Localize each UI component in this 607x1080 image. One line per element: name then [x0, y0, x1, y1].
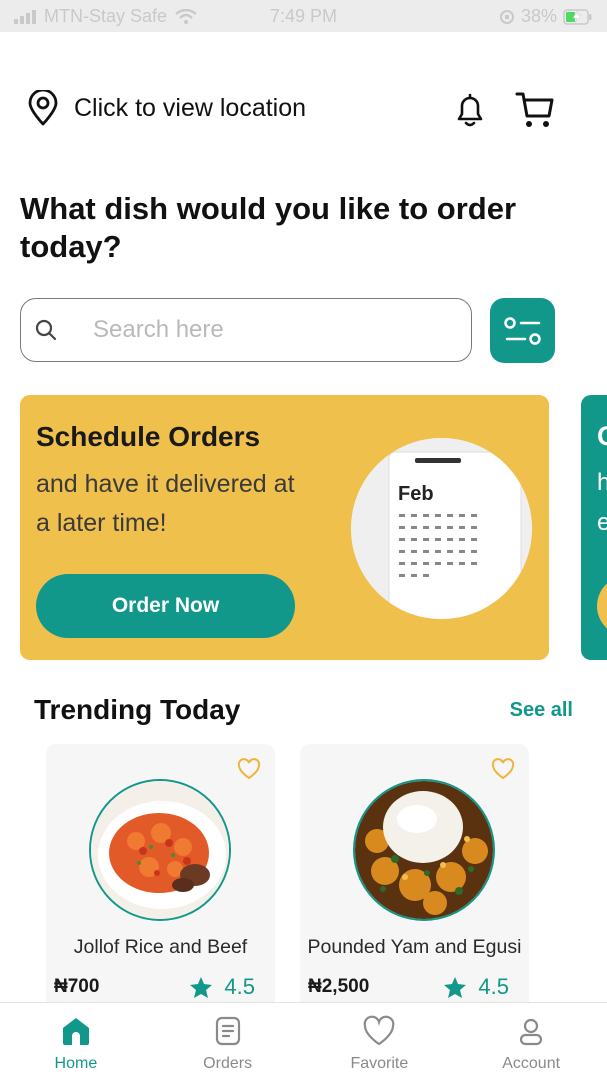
rating-value: 4.5: [224, 974, 255, 999]
calendar-image: Feb: [351, 438, 532, 619]
nav-item-account[interactable]: Account: [455, 1003, 607, 1080]
search-input[interactable]: [93, 316, 433, 344]
nav-item-orders[interactable]: Orders: [152, 1003, 304, 1080]
location-pin-icon: [28, 90, 58, 126]
page-headline: What dish would you like to order today?: [20, 191, 517, 264]
heart-icon[interactable]: [491, 758, 515, 780]
battery-percent: 38%: [520, 6, 557, 26]
food-price: ₦700: [54, 976, 100, 997]
next-promo-banner[interactable]: C h e: [581, 395, 607, 660]
promo-banner[interactable]: Schedule Orders and have it delivered at…: [20, 395, 549, 660]
battery-charging-icon: [563, 8, 592, 25]
next-promo-letter: h: [597, 469, 607, 496]
filter-icon: [503, 316, 541, 345]
filter-button[interactable]: [490, 298, 555, 363]
promo-subtitle: and have it delivered at a later time!: [36, 470, 295, 537]
location-button[interactable]: Click to view location: [26, 90, 306, 126]
home-icon: [62, 1018, 89, 1045]
orientation-lock-icon: [499, 9, 514, 24]
status-bar: MTN-Stay Safe 7:49 PM 38%: [0, 0, 607, 32]
nav-label: Account: [502, 1055, 561, 1072]
nav-label: Orders: [203, 1055, 253, 1072]
promo-title: Schedule Orders: [36, 421, 261, 452]
food-card[interactable]: Pounded Yam and Egusi ₦2,500 4.5: [300, 744, 529, 1014]
search-icon: [35, 319, 57, 341]
search-box[interactable]: [20, 298, 472, 362]
calendar-month-label: Feb: [398, 483, 434, 505]
star-icon: [444, 976, 467, 998]
food-rating: 4.5: [444, 974, 509, 1000]
next-promo-button: [597, 576, 607, 636]
pounded-yam-image: [353, 779, 495, 921]
see-all-link[interactable]: See all: [510, 699, 573, 722]
food-rating: 4.5: [190, 974, 255, 1000]
account-icon: [520, 1018, 543, 1046]
food-card[interactable]: Jollof Rice and Beef ₦700 4.5: [46, 744, 275, 1014]
rating-value: 4.5: [478, 974, 509, 999]
heart-icon: [364, 1015, 395, 1046]
order-now-button[interactable]: Order Now: [36, 574, 295, 638]
food-name: Pounded Yam and Egusi: [307, 936, 522, 958]
nav-item-favorite[interactable]: Favorite: [304, 1003, 456, 1080]
nav-label: Favorite: [350, 1055, 409, 1072]
cart-icon[interactable]: [515, 90, 555, 130]
food-name: Jollof Rice and Beef: [73, 936, 248, 958]
bottom-nav: Home Orders Favorite Account: [0, 1002, 607, 1080]
nav-item-home[interactable]: Home: [0, 1003, 152, 1080]
heart-icon[interactable]: [237, 758, 261, 780]
nav-label: Home: [54, 1055, 98, 1072]
next-promo-letter: e: [597, 509, 607, 536]
jollof-rice-image: [89, 779, 231, 921]
bell-icon[interactable]: [453, 92, 487, 128]
location-label: Click to view location: [74, 93, 307, 122]
next-promo-letter: C: [597, 421, 607, 451]
star-icon: [190, 976, 213, 998]
food-price: ₦2,500: [308, 976, 370, 997]
orders-icon: [215, 1016, 240, 1046]
trending-title: Trending Today: [34, 694, 241, 725]
